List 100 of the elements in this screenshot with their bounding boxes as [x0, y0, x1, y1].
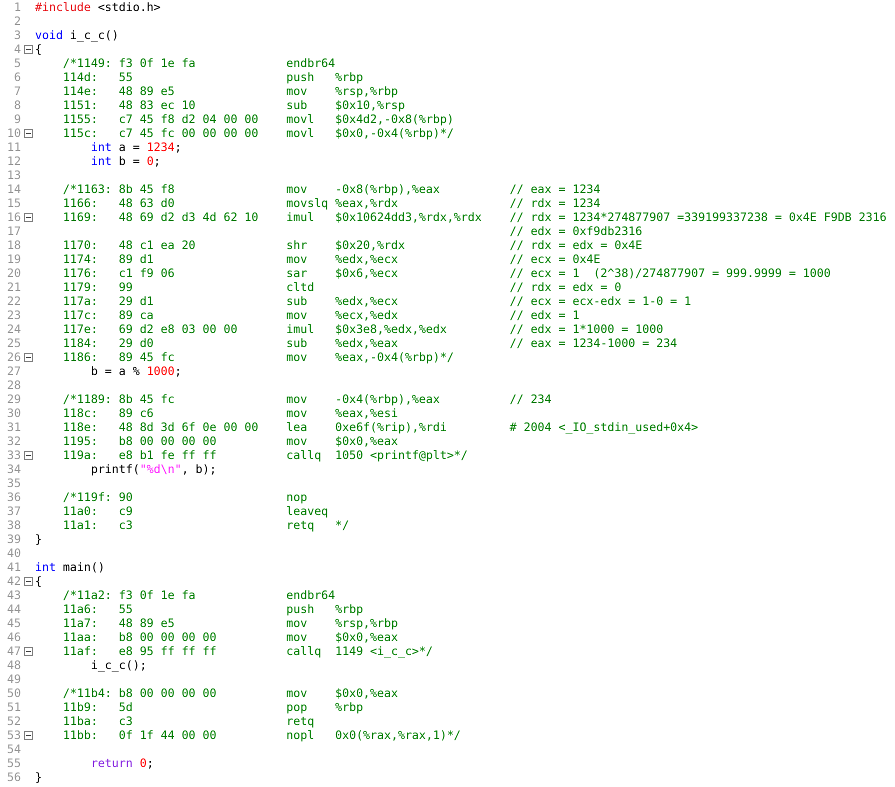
collapse-icon[interactable] — [24, 352, 32, 362]
line-number: 53 — [6, 728, 21, 742]
code-line: } — [35, 770, 42, 784]
code-comment: 114d: 55 push %rbp — [62, 70, 364, 84]
line-number: 29 — [6, 392, 21, 406]
code-comment: 1155: c7 45 f8 d2 04 00 00 movl $0x4d2,-0x8(%rbp) — [62, 112, 454, 126]
code-comment: 11bb: 0f 1f 44 00 00 nopl 0x0(%rax,%rax,1)*/ — [62, 728, 461, 742]
code-line: #include <stdio.h> — [35, 0, 161, 14]
line-number: 37 — [6, 504, 21, 518]
line-number: 30 — [6, 406, 21, 420]
line-number: 19 — [6, 252, 21, 266]
line-number: 8 — [13, 98, 21, 112]
line-number: 9 — [13, 112, 21, 126]
line-number: 20 — [6, 266, 21, 280]
line-number: 32 — [6, 434, 21, 448]
code-line: { — [35, 42, 42, 56]
line-number: 47 — [6, 644, 21, 658]
line-number: 24 — [6, 322, 21, 336]
line-number: 49 — [6, 672, 21, 686]
collapse-icon[interactable] — [24, 646, 32, 656]
line-number: 26 — [6, 350, 21, 364]
code-line: { — [35, 574, 42, 588]
code-line: b = a % 1000; — [90, 364, 182, 378]
code-comment: 115c: c7 45 fc 00 00 00 00 movl $0x0,-0x4(%rbp)*/ — [62, 126, 454, 140]
code-comment: 1174: 89 d1 mov %edx,%ecx // ecx = 0x4E — [62, 252, 600, 266]
code-comment: 11a6: 55 push %rbp — [62, 602, 364, 616]
code-comment: 117a: 29 d1 sub %edx,%ecx // ecx = ecx-edx = 1-0 = 1 — [62, 294, 692, 308]
line-number: 41 — [6, 560, 21, 574]
line-number: 7 — [13, 84, 21, 98]
line-number: 44 — [6, 602, 21, 616]
code-comment: // edx = 0xf9db2316 — [508, 224, 642, 238]
line-number: 48 — [6, 658, 21, 672]
line-number: 21 — [6, 280, 21, 294]
collapse-icon[interactable] — [24, 212, 32, 222]
line-number: 10 — [6, 126, 21, 140]
line-number: 56 — [6, 770, 21, 784]
line-number: 2 — [13, 14, 21, 28]
line-number: 5 — [13, 56, 21, 70]
line-number: 28 — [6, 378, 21, 392]
code-comment: 1179: 99 cltd // rdx = edx = 0 — [62, 280, 622, 294]
code-comment: 1166: 48 63 d0 movslq %eax,%rdx // rdx = 1234 — [62, 196, 600, 210]
code-line: int a = 1234; — [90, 140, 182, 154]
code-comment: 1184: 29 d0 sub %edx,%eax // eax = 1234-1000 = 234 — [62, 336, 678, 350]
collapse-icon[interactable] — [24, 128, 32, 138]
line-number: 33 — [6, 448, 21, 462]
code-comment: 1169: 48 69 d2 d3 4d 62 10 imul $0x10624dd3,%rdx,%rdx // rdx = 1234*274877907 =339199337238 = 0x4E F9DB 2316 — [62, 210, 887, 224]
code-comment: /*1189: 8b 45 fc mov -0x4(%rbp),%eax // 234 — [62, 392, 552, 406]
line-number: 35 — [6, 476, 21, 490]
line-number: 3 — [13, 28, 21, 42]
line-number: 14 — [6, 182, 21, 196]
line-number: 13 — [6, 168, 21, 182]
code-line: void i_c_c() — [35, 28, 119, 42]
line-number: 54 — [6, 742, 21, 756]
line-number: 31 — [6, 420, 21, 434]
code-comment: 117c: 89 ca mov %ecx,%edx // edx = 1 — [62, 308, 580, 322]
line-number: 17 — [6, 224, 21, 238]
line-number: 45 — [6, 616, 21, 630]
line-number: 36 — [6, 490, 21, 504]
collapse-icon[interactable] — [24, 450, 32, 460]
line-number: 1 — [13, 0, 21, 14]
code-comment: 11a1: c3 retq */ — [62, 518, 350, 532]
line-number: 50 — [6, 686, 21, 700]
code-line: } — [35, 532, 42, 546]
line-number: 55 — [6, 756, 21, 770]
code-line: int b = 0; — [90, 154, 161, 168]
line-number: 25 — [6, 336, 21, 350]
code-line: printf("%d\n", b); — [90, 462, 216, 476]
line-number: 6 — [13, 70, 21, 84]
collapse-icon[interactable] — [24, 44, 32, 54]
code-comment: /*11a2: f3 0f 1e fa endbr64 — [62, 588, 336, 602]
line-number: 15 — [6, 196, 21, 210]
code-comment: 118c: 89 c6 mov %eax,%esi — [62, 406, 398, 420]
line-number: 42 — [6, 574, 21, 588]
line-number: 23 — [6, 308, 21, 322]
collapse-icon[interactable] — [24, 730, 32, 740]
code-comment: 11aa: b8 00 00 00 00 mov $0x0,%eax — [62, 630, 398, 644]
line-number: 39 — [6, 532, 21, 546]
code-comment: 11af: e8 95 ff ff ff callq 1149 <i_c_c>*/ — [62, 644, 433, 658]
code-comment: 119a: e8 b1 fe ff ff callq 1050 <printf@plt>*/ — [62, 448, 468, 462]
code-comment: 117e: 69 d2 e8 03 00 00 imul $0x3e8,%edx,%edx // edx = 1*1000 = 1000 — [62, 322, 664, 336]
line-number: 4 — [13, 42, 21, 56]
code-comment: 118e: 48 8d 3d 6f 0e 00 00 lea 0xe6f(%rip),%rdi # 2004 <_IO_stdin_used+0x4> — [62, 420, 698, 434]
line-number: 12 — [6, 154, 21, 168]
code-comment: 1176: c1 f9 06 sar $0x6,%ecx // ecx = 1 (2^38)/274877907 = 999.9999 = 1000 — [62, 266, 831, 280]
code-comment: 1186: 89 45 fc mov %eax,-0x4(%rbp)*/ — [62, 350, 454, 364]
code-comment: 11a0: c9 leaveq — [62, 504, 328, 518]
code-comment: 114e: 48 89 e5 mov %rsp,%rbp — [62, 84, 398, 98]
code-comment: 1151: 48 83 ec 10 sub $0x10,%rsp — [62, 98, 405, 112]
line-number: 11 — [6, 140, 21, 154]
code-line: i_c_c(); — [90, 658, 147, 672]
code-comment: 11b9: 5d pop %rbp — [62, 700, 364, 714]
line-number: 51 — [6, 700, 21, 714]
line-number: 40 — [6, 546, 21, 560]
collapse-icon[interactable] — [24, 576, 32, 586]
line-number: 27 — [6, 364, 21, 378]
code-comment: 11ba: c3 retq — [62, 714, 314, 728]
line-number: 18 — [6, 238, 21, 252]
code-comment: 11a7: 48 89 e5 mov %rsp,%rbp — [62, 616, 398, 630]
code-comment: /*119f: 90 nop — [62, 490, 308, 504]
line-number: 52 — [6, 714, 21, 728]
